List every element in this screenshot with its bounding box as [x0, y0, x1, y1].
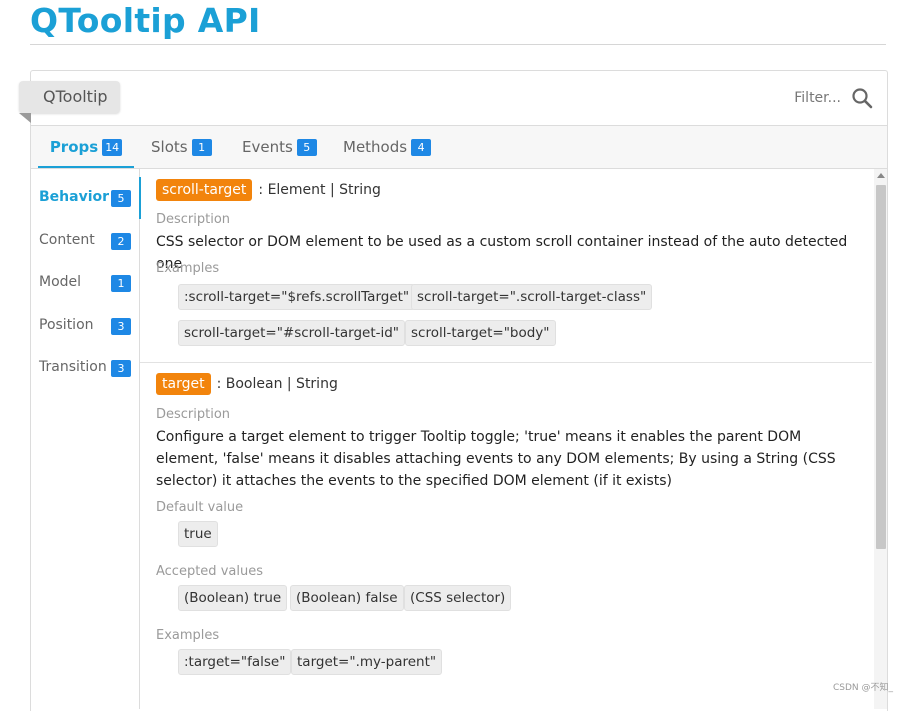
- example-chip: scroll-target="body": [405, 320, 556, 346]
- description-label: Description: [156, 212, 231, 227]
- prop-description: CSS selector or DOM element to be used a…: [156, 234, 848, 272]
- example-chip: scroll-target=".scroll-target-class": [411, 284, 653, 310]
- tab-slots-count: 1: [191, 139, 212, 156]
- sidebar-item-count: 3: [111, 360, 131, 377]
- default-value-chip: true: [178, 521, 218, 547]
- prop-header: scroll-target : Element | String: [156, 179, 381, 201]
- prop-description: Configure a target element to trigger To…: [156, 429, 836, 489]
- tab-events-count: 5: [296, 139, 317, 156]
- title-divider: [30, 44, 886, 45]
- sidebar-item-label: Content: [39, 232, 95, 248]
- accepted-value-chip: (Boolean) false: [290, 585, 404, 611]
- sidebar-item-behavior[interactable]: Behavior 5: [31, 177, 141, 219]
- scroll-up-arrow-icon[interactable]: [877, 173, 885, 178]
- watermark: CSDN @不知_: [832, 683, 893, 693]
- page-title: QTooltip API: [30, 1, 261, 40]
- category-sidebar: Behavior 5 Content 2 Model 1 Position 3 …: [31, 169, 141, 709]
- content-scrollbar[interactable]: [874, 169, 887, 709]
- tab-slots[interactable]: Slots 1: [141, 126, 222, 168]
- tab-methods-count: 4: [411, 139, 432, 156]
- tab-slots-label: Slots: [151, 138, 188, 156]
- api-tabs: Props 14 Slots 1 Events 5 Methods 4: [31, 126, 887, 169]
- sidebar-item-count: 2: [111, 233, 131, 250]
- sidebar-item-label: Model: [39, 274, 82, 290]
- tab-props-count: 14: [102, 139, 123, 156]
- sidebar-item-count: 3: [111, 318, 131, 335]
- sidebar-item-count: 1: [111, 275, 131, 292]
- examples-label: Examples: [156, 628, 220, 643]
- search-icon[interactable]: [851, 87, 873, 109]
- sidebar-item-model[interactable]: Model 1: [31, 262, 139, 304]
- scroll-thumb[interactable]: [876, 185, 886, 549]
- tab-props[interactable]: Props 14: [38, 126, 134, 168]
- default-value-label: Default value: [156, 500, 244, 515]
- example-chip: scroll-target="#scroll-target-id": [178, 320, 406, 346]
- tab-props-label: Props: [49, 138, 99, 156]
- sidebar-item-label: Behavior: [39, 189, 110, 205]
- example-chip: :scroll-target="$refs.scrollTarget": [178, 284, 416, 310]
- example-chip: target=".my-parent": [291, 649, 443, 675]
- tab-events-label: Events: [242, 138, 293, 156]
- prop-type: : Boolean | String: [216, 376, 338, 392]
- example-chip: :target="false": [178, 649, 292, 675]
- tab-methods[interactable]: Methods 4: [333, 126, 441, 168]
- accepted-value-chip: (Boolean) true: [178, 585, 288, 611]
- accepted-value-chip: (CSS selector): [404, 585, 512, 611]
- prop-name: target: [156, 373, 211, 395]
- chip-fold: [19, 113, 31, 123]
- filter-input[interactable]: Filter...: [794, 90, 841, 106]
- prop-header: target : Boolean | String: [156, 373, 338, 395]
- card-header: QTooltip Filter...: [19, 71, 887, 126]
- tab-events[interactable]: Events 5: [232, 126, 327, 168]
- sidebar-item-position[interactable]: Position 3: [31, 305, 139, 347]
- api-card: QTooltip Filter... Props 14 Slots 1 Events…: [19, 70, 888, 711]
- sidebar-item-label: Transition: [39, 359, 107, 375]
- examples-label: Examples: [156, 261, 220, 276]
- prop-type: : Element | String: [258, 182, 381, 198]
- prop-entry-target: target : Boolean | String Description Co…: [140, 362, 872, 703]
- sidebar-item-count: 5: [111, 190, 131, 207]
- prop-entry-scroll-target: scroll-target : Element | String Descrip…: [140, 169, 872, 362]
- component-name-chip: QTooltip: [19, 81, 120, 113]
- sidebar-item-label: Position: [39, 317, 94, 333]
- filter-box[interactable]: Filter...: [794, 86, 873, 110]
- tab-methods-label: Methods: [343, 138, 408, 156]
- prop-name: scroll-target: [156, 179, 253, 201]
- description-label: Description: [156, 407, 231, 422]
- props-content: scroll-target : Element | String Descrip…: [140, 169, 887, 709]
- sidebar-item-transition[interactable]: Transition 3: [31, 347, 139, 389]
- accepted-values-label: Accepted values: [156, 564, 263, 579]
- sidebar-item-content[interactable]: Content 2: [31, 220, 139, 262]
